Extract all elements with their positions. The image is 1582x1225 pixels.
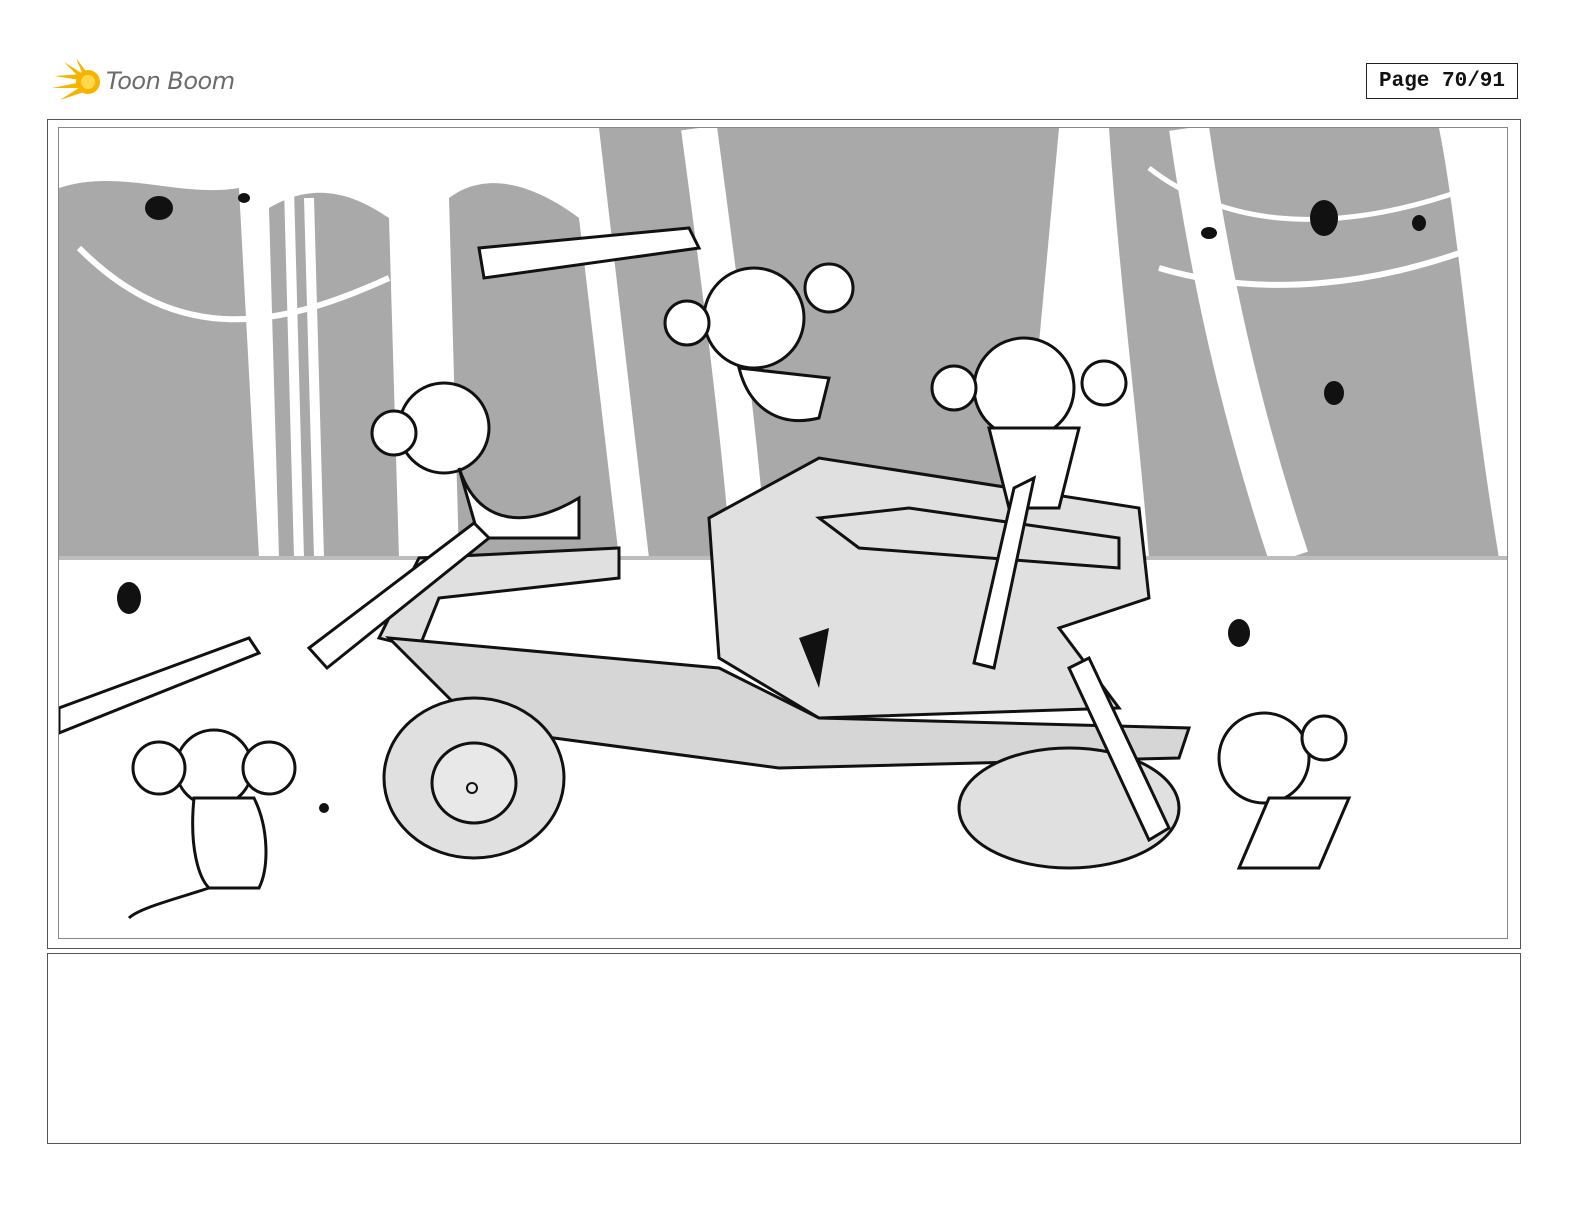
panel-drawing-area [58, 127, 1508, 939]
starburst-icon [52, 58, 100, 100]
storyboard-drawing [59, 128, 1507, 938]
logo-text: Toon Boom [106, 67, 235, 95]
storyboard-panel [47, 119, 1521, 949]
toon-boom-logo: Toon Boom [50, 56, 250, 106]
page-number-label: Page 70/91 [1366, 63, 1518, 99]
panel-notes-box [47, 953, 1521, 1144]
